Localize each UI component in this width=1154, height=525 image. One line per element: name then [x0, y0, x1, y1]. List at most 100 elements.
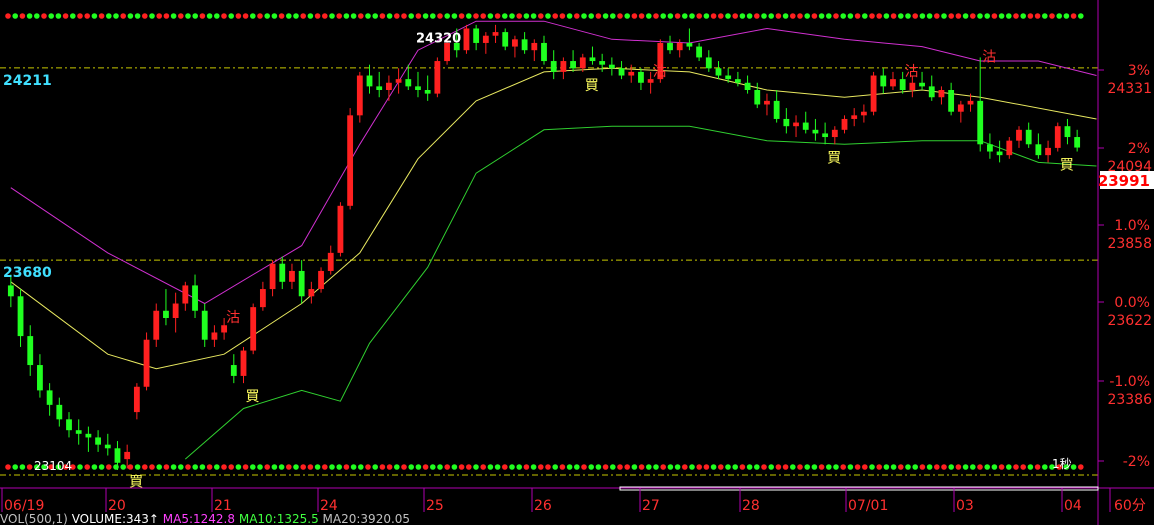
candle-body: [172, 303, 179, 318]
signal-dot: [192, 464, 198, 470]
signal-dot: [1013, 13, 1019, 19]
candle-body: [250, 307, 257, 351]
signal-dot: [653, 464, 659, 470]
signal-dot: [523, 13, 530, 19]
signal-dot: [329, 13, 335, 19]
signal-dot: [156, 13, 162, 19]
signal-dot: [898, 13, 904, 19]
candle-body: [1006, 140, 1013, 156]
signal-dot: [1078, 464, 1084, 470]
signal-dot: [408, 464, 415, 470]
date-tick-label: 07/01: [848, 498, 888, 514]
candle-body: [696, 46, 703, 58]
candle-body: [909, 82, 916, 90]
signal-dot: [962, 13, 969, 19]
signal-dot: [883, 464, 890, 470]
signal-dot: [98, 13, 105, 19]
signal-dot: [530, 464, 537, 470]
candle-body: [230, 365, 237, 376]
signal-dot: [91, 13, 98, 19]
signal-dot: [818, 464, 825, 470]
signal-dot: [127, 464, 134, 470]
signal-dot: [372, 464, 379, 470]
pct-tick-label: 3%: [1128, 63, 1150, 79]
candle-body: [46, 390, 53, 405]
signal-dot: [804, 13, 810, 19]
signal-dot: [1034, 13, 1041, 19]
signal-dot: [487, 13, 494, 19]
sell-marker: 沽: [653, 64, 667, 80]
signal-dot: [401, 464, 407, 470]
signal-dot: [970, 464, 976, 470]
signal-dot: [293, 464, 299, 470]
candle-body: [308, 289, 315, 297]
signal-dot: [660, 464, 666, 470]
signal-dot: [163, 464, 170, 470]
signal-dot: [696, 464, 702, 470]
signal-dot: [401, 13, 407, 19]
signal-dot: [221, 464, 227, 470]
candle-body: [17, 296, 24, 337]
signal-dot: [408, 13, 415, 19]
signal-dot: [761, 13, 767, 19]
candle-body: [482, 35, 489, 43]
signal-dot: [516, 464, 522, 470]
signal-dot: [458, 13, 465, 19]
candle-body: [638, 71, 644, 83]
candle-body: [841, 118, 848, 130]
candle-body: [734, 79, 741, 83]
signal-dot: [811, 464, 818, 470]
signal-dot: [494, 464, 501, 470]
signal-dot: [682, 464, 688, 470]
candle-body: [85, 433, 92, 438]
signal-dot: [480, 13, 487, 19]
signal-dot: [588, 13, 594, 19]
signal-dot: [386, 464, 393, 470]
signal-dot: [322, 13, 328, 19]
signal-dot: [948, 13, 954, 19]
signal-dot: [502, 13, 508, 19]
signal-dot: [350, 13, 357, 19]
candle-body: [192, 285, 198, 311]
signal-dot: [631, 464, 638, 470]
signal-dot: [106, 464, 112, 470]
candle-body: [211, 332, 218, 340]
candle-body: [599, 61, 606, 65]
signal-dot: [379, 13, 386, 19]
signal-dot: [782, 13, 789, 19]
signal-dot: [1056, 13, 1062, 19]
candle-body: [938, 90, 945, 98]
signal-dot: [1027, 13, 1034, 19]
trough-label: 23104: [34, 459, 72, 473]
signal-dot: [394, 13, 400, 19]
signal-dot: [91, 464, 98, 470]
price-chart[interactable]: 買買買買 買沽沽 沽沽 24211236802432023104 1秒3%243312…: [0, 0, 1154, 525]
candle-body: [124, 451, 131, 460]
signal-dot: [142, 13, 148, 19]
candle-body: [133, 386, 140, 413]
signal-dot: [883, 13, 890, 19]
price-tick-label: 24331: [1107, 81, 1152, 97]
signal-dot: [422, 13, 429, 19]
signal-dot: [552, 464, 558, 470]
signal-dot: [538, 464, 544, 470]
signal-dot: [386, 13, 393, 19]
signal-dot: [941, 13, 947, 19]
candle-body: [1074, 137, 1081, 148]
signal-dot: [62, 13, 69, 19]
signal-dot: [300, 13, 307, 19]
signal-dot: [106, 13, 112, 19]
signal-dot: [674, 464, 681, 470]
signal-dot: [754, 464, 760, 470]
seconds-label: 1秒: [1052, 457, 1072, 471]
signal-dot: [242, 13, 249, 19]
candle-body: [298, 270, 305, 297]
signal-dot: [199, 13, 206, 19]
candle-body: [570, 61, 576, 69]
signal-dot: [984, 464, 990, 470]
signal-dot: [574, 13, 580, 19]
chart-grid: [0, 13, 1098, 476]
signal-dot: [530, 13, 537, 19]
signal-dot: [12, 13, 18, 19]
signal-dot: [444, 464, 451, 470]
